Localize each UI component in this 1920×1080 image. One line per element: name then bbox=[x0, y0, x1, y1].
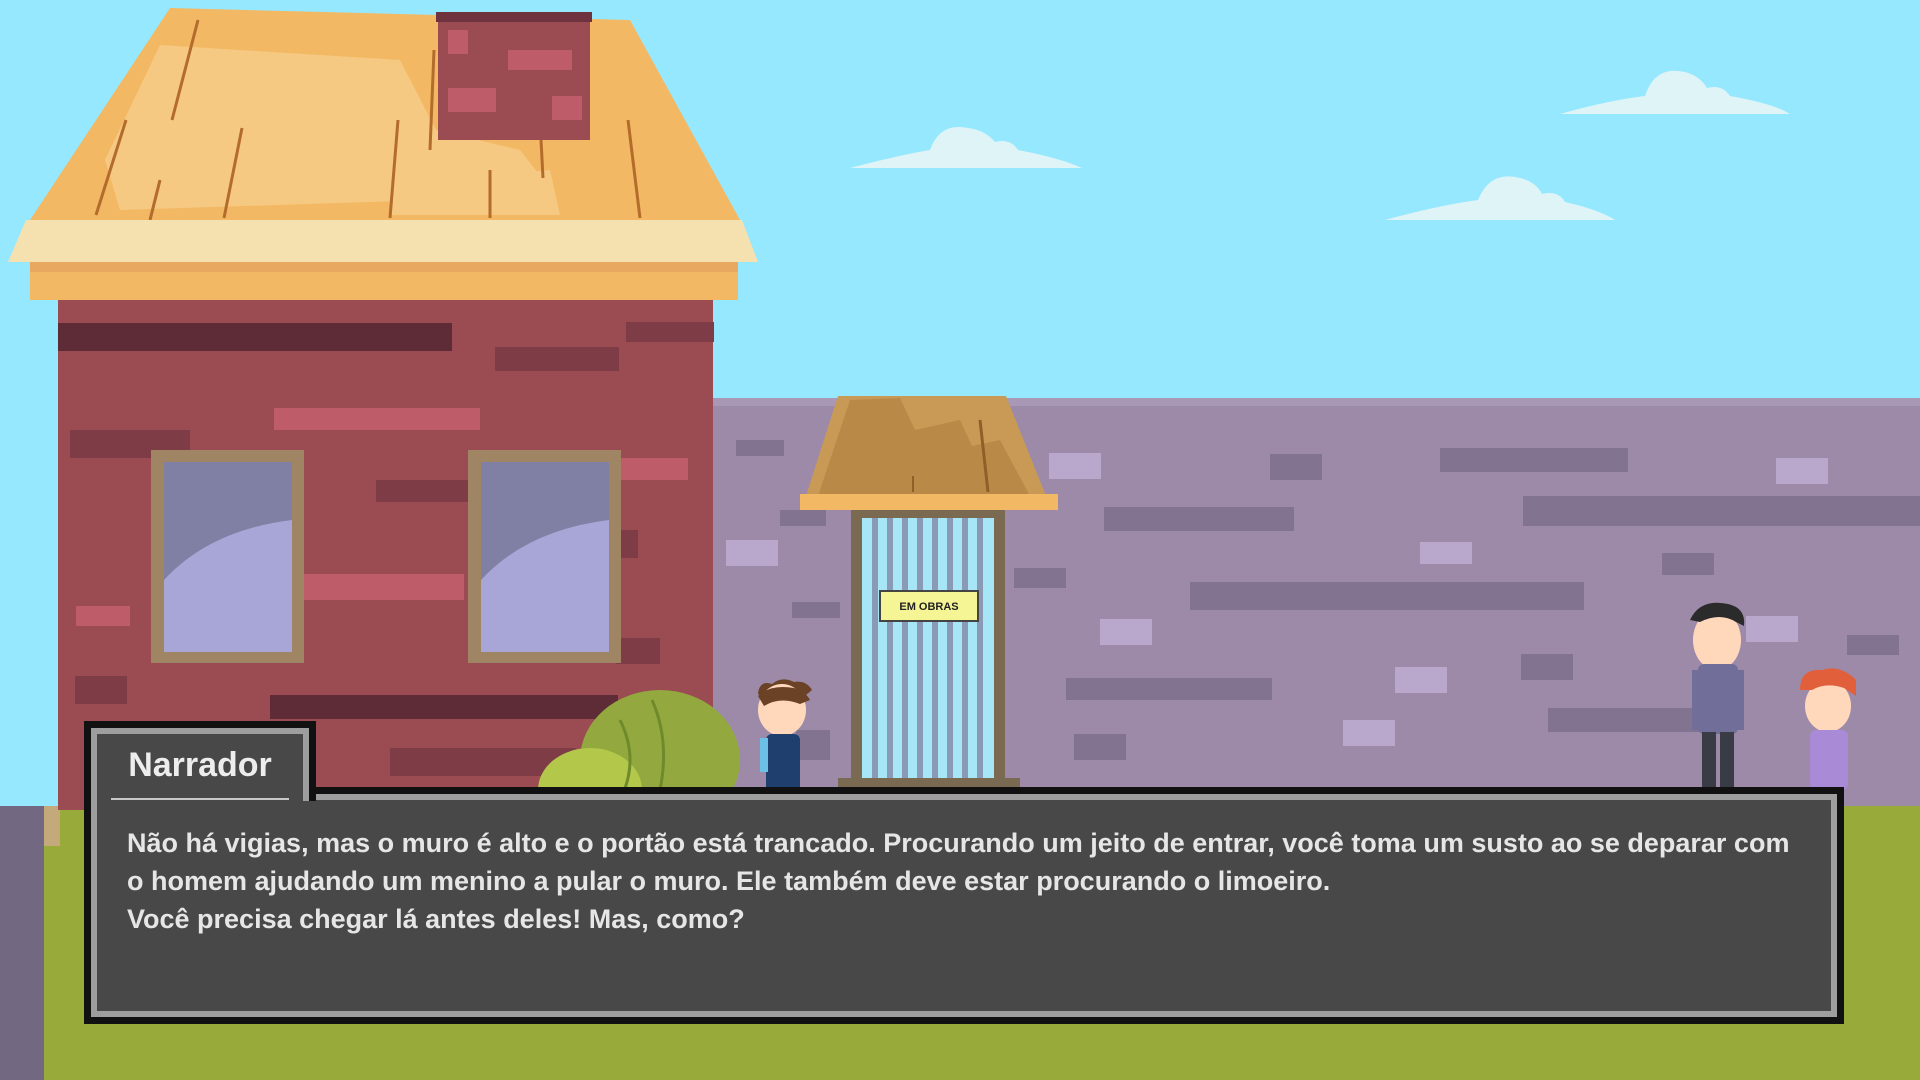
speaker-name-tab: Narrador bbox=[84, 721, 316, 801]
gate-sign-text: EM OBRAS bbox=[899, 601, 958, 613]
dialog-box[interactable]: Não há vigias, mas o muro é alto e o por… bbox=[84, 787, 1844, 1024]
speaker-name: Narrador bbox=[128, 746, 272, 784]
dialog-text: Não há vigias, mas o muro é alto e o por… bbox=[127, 828, 1790, 934]
dialog-body: Não há vigias, mas o muro é alto e o por… bbox=[97, 800, 1831, 1011]
house bbox=[8, 8, 758, 810]
speaker-underline bbox=[111, 798, 289, 800]
dialog-frame: Não há vigias, mas o muro é alto e o por… bbox=[91, 794, 1837, 1017]
